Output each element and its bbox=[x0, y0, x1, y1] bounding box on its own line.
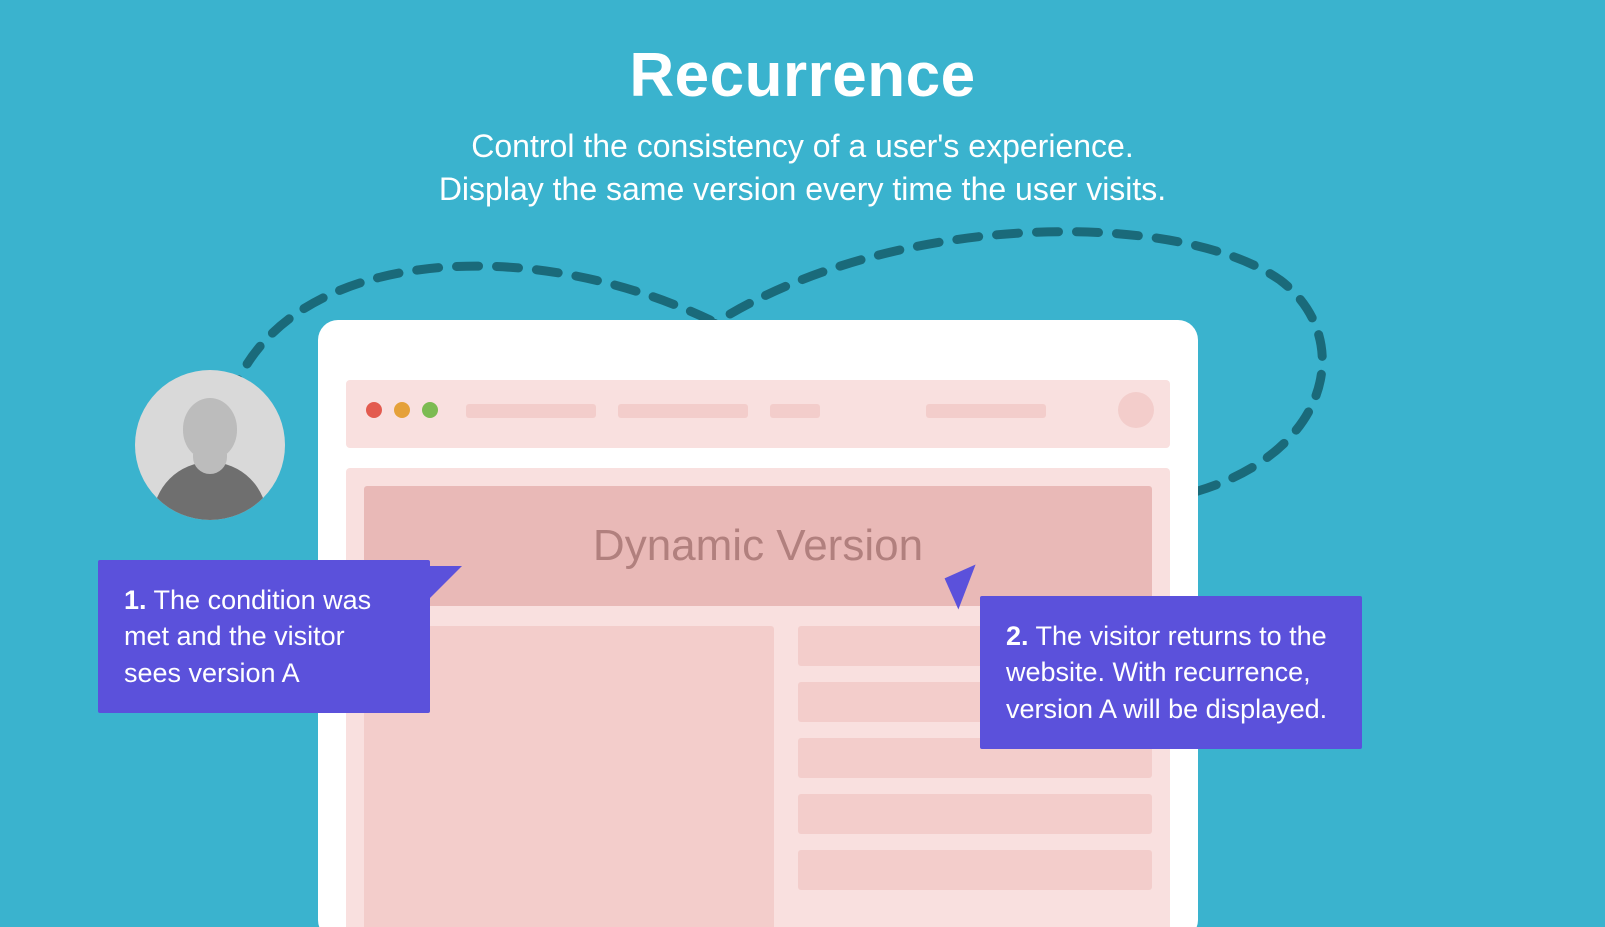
subtitle-line-1: Control the consistency of a user's expe… bbox=[471, 128, 1133, 164]
user-avatar-icon bbox=[135, 370, 285, 520]
chrome-placeholder bbox=[618, 404, 748, 418]
content-side-row bbox=[798, 850, 1152, 890]
callout-step-2-number: 2. bbox=[1006, 621, 1029, 651]
close-dot-icon bbox=[366, 402, 382, 418]
callout-1-pointer-icon bbox=[428, 566, 462, 600]
callout-step-1-number: 1. bbox=[124, 585, 147, 615]
diagram-stage: Recurrence Control the consistency of a … bbox=[0, 0, 1605, 927]
page-subtitle: Control the consistency of a user's expe… bbox=[0, 125, 1605, 211]
callout-step-1: 1. The condition was met and the visitor… bbox=[98, 560, 430, 713]
callout-step-2-text: The visitor returns to the website. With… bbox=[1006, 621, 1327, 724]
subtitle-line-2: Display the same version every time the … bbox=[439, 171, 1166, 207]
chrome-avatar-placeholder bbox=[1118, 392, 1154, 428]
callout-step-1-text: The condition was met and the visitor se… bbox=[124, 585, 371, 688]
minimize-dot-icon bbox=[394, 402, 410, 418]
chrome-placeholder bbox=[926, 404, 1046, 418]
dynamic-version-banner: Dynamic Version bbox=[364, 486, 1152, 606]
chrome-placeholder bbox=[770, 404, 820, 418]
content-side-row bbox=[798, 794, 1152, 834]
maximize-dot-icon bbox=[422, 402, 438, 418]
chrome-placeholder bbox=[466, 404, 596, 418]
callout-step-2: 2. The visitor returns to the website. W… bbox=[980, 596, 1362, 749]
page-title: Recurrence bbox=[0, 40, 1605, 111]
window-controls bbox=[366, 402, 438, 418]
